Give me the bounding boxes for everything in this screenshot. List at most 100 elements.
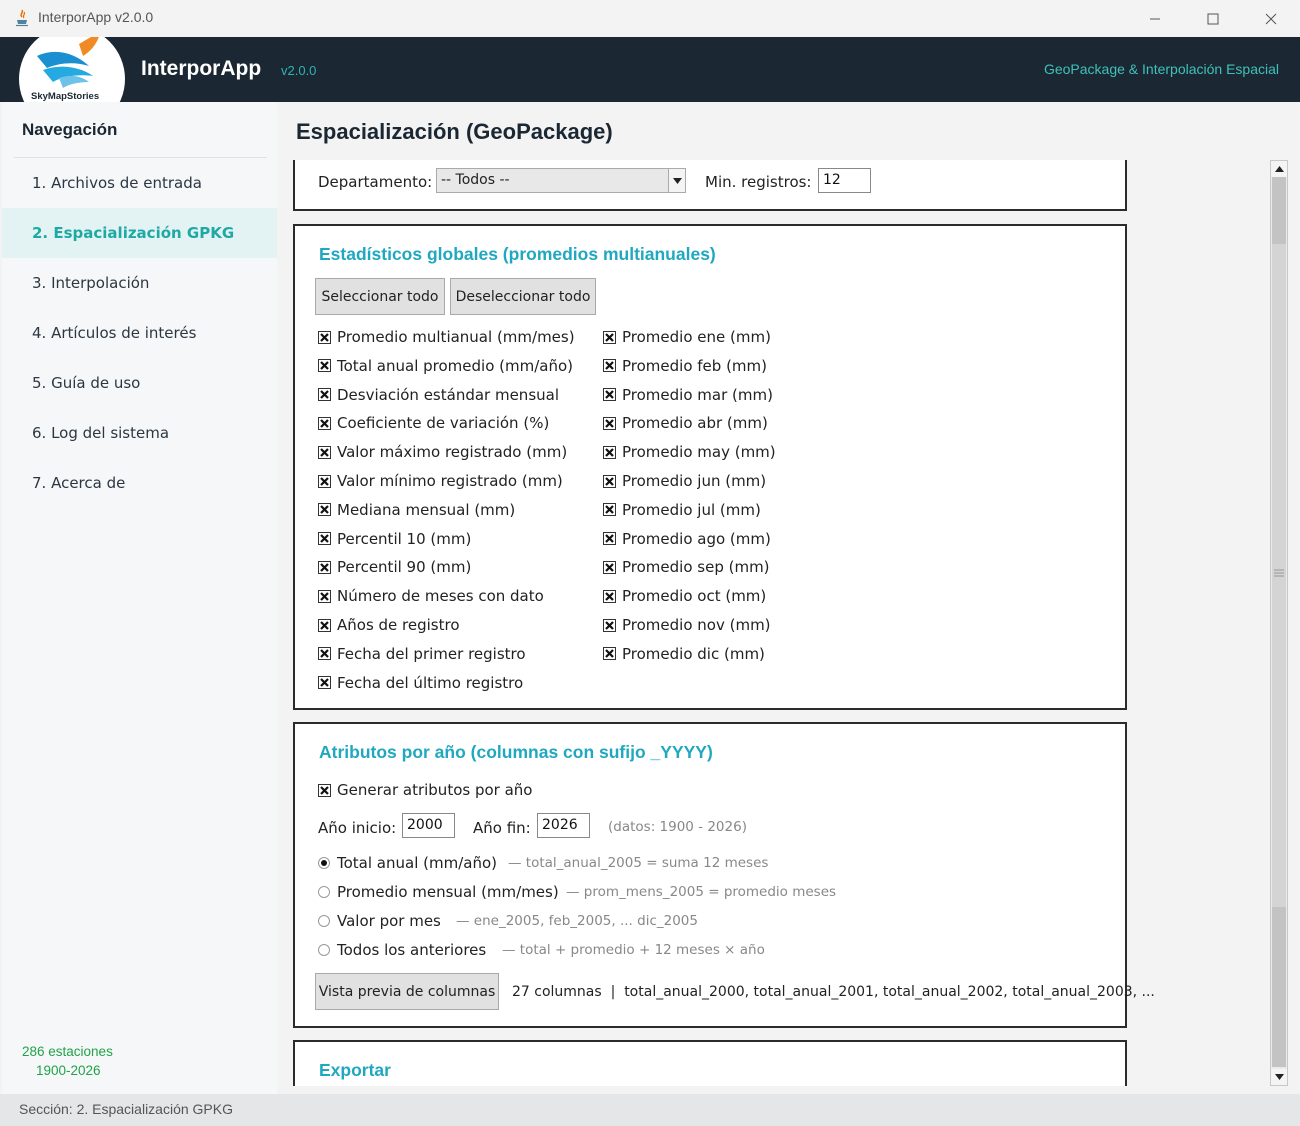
checkbox-checked-icon — [318, 647, 331, 661]
checkbox-label: Generar atributos por año — [337, 781, 533, 799]
stat-checkbox[interactable]: Promedio oct (mm) — [603, 587, 766, 605]
checkbox-checked-icon — [318, 359, 331, 373]
nav-item-guia[interactable]: 5. Guía de uso — [2, 358, 277, 408]
app-window: InterporApp v2.0.0 InterporApp v2.0.0 Ge… — [0, 0, 1300, 1126]
maximize-button[interactable] — [1184, 0, 1242, 37]
start-year-label: Año inicio: — [318, 819, 397, 837]
stat-checkbox[interactable]: Fecha del último registro — [318, 674, 523, 692]
nav-item-archivos[interactable]: 1. Archivos de entrada — [2, 158, 277, 208]
export-panel: Exportar — [293, 1040, 1127, 1086]
radio-unselected-icon — [318, 944, 330, 956]
minimize-button[interactable] — [1126, 0, 1184, 37]
generate-yearly-checkbox[interactable]: Generar atributos por año — [318, 781, 532, 799]
scroll-track-shade-top — [1272, 177, 1286, 244]
grip-icon — [1274, 569, 1284, 577]
status-bar: Sección: 2. Espacialización GPKG — [0, 1094, 1300, 1126]
radio-unselected-icon — [318, 915, 330, 927]
yearly-title: Atributos por año (columnas con sufijo _… — [319, 742, 713, 762]
start-year-input[interactable]: 2000 — [402, 813, 455, 838]
checkbox-checked-icon — [318, 676, 331, 690]
stat-checkbox[interactable]: Valor máximo registrado (mm) — [318, 443, 567, 461]
checkbox-label: Promedio oct (mm) — [622, 587, 767, 606]
stat-checkbox[interactable]: Promedio ago (mm) — [603, 530, 771, 548]
stat-checkbox[interactable]: Años de registro — [318, 616, 460, 634]
checkbox-checked-icon — [603, 503, 616, 517]
scroll-up-button[interactable] — [1271, 161, 1287, 177]
main-content: Espacialización (GeoPackage) Departament… — [277, 102, 1300, 1094]
radio-total-anual[interactable]: Total anual (mm/año) — [318, 854, 497, 872]
nav-item-label: 2. Espacialización GPKG — [32, 224, 235, 242]
stat-checkbox[interactable]: Número de meses con dato — [318, 587, 544, 605]
nav-item-acerca[interactable]: 7. Acerca de — [2, 458, 277, 508]
vertical-scrollbar[interactable] — [1270, 160, 1288, 1086]
stats-title: Estadísticos globales (promedios multian… — [319, 244, 716, 264]
radio-promedio-mensual[interactable]: Promedio mensual (mm/mes) — [318, 883, 559, 901]
logo-text: SkyMapStories — [31, 91, 100, 102]
checkbox-label: Percentil 90 (mm) — [337, 558, 472, 577]
nav-item-interpolacion[interactable]: 3. Interpolación — [2, 258, 277, 308]
checkbox-checked-icon — [603, 560, 616, 574]
checkbox-label: Coeficiente de variación (%) — [337, 414, 550, 433]
checkbox-label: Fecha del primer registro — [337, 644, 526, 663]
title-bar: InterporApp v2.0.0 — [0, 0, 1300, 37]
stat-checkbox[interactable]: Promedio may (mm) — [603, 443, 776, 461]
stat-checkbox[interactable]: Total anual promedio (mm/año) — [318, 357, 573, 375]
stat-checkbox[interactable]: Mediana mensual (mm) — [318, 501, 515, 519]
close-button[interactable] — [1242, 0, 1300, 37]
checkbox-label: Mediana mensual (mm) — [337, 500, 516, 519]
scroll-down-button[interactable] — [1271, 1069, 1287, 1085]
checkbox-label: Percentil 10 (mm) — [337, 529, 472, 548]
min-records-input[interactable]: 12 — [818, 168, 871, 193]
app-version: v2.0.0 — [281, 63, 317, 78]
dropdown-arrow[interactable] — [668, 169, 685, 192]
radio-selected-icon — [318, 857, 330, 869]
stat-checkbox[interactable]: Valor mínimo registrado (mm) — [318, 472, 563, 490]
nav-item-label: 6. Log del sistema — [32, 424, 170, 442]
select-all-button[interactable]: Seleccionar todo — [315, 278, 445, 315]
stat-checkbox[interactable]: Promedio mar (mm) — [603, 386, 773, 404]
preview-columns-button[interactable]: Vista previa de columnas — [315, 973, 499, 1010]
dept-combobox[interactable]: -- Todos -- — [436, 168, 686, 193]
radio-hint: — total_anual_2005 = suma 12 meses — [508, 855, 769, 871]
checkbox-checked-icon — [603, 647, 616, 661]
stat-checkbox[interactable]: Coeficiente de variación (%) — [318, 414, 549, 432]
stat-checkbox[interactable]: Promedio dic (mm) — [603, 645, 765, 663]
checkbox-checked-icon — [318, 618, 331, 632]
radio-valor-mes[interactable]: Valor por mes — [318, 912, 441, 930]
checkbox-label: Años de registro — [337, 616, 460, 634]
checkbox-checked-icon — [318, 474, 331, 488]
stat-checkbox[interactable]: Promedio jul (mm) — [603, 501, 761, 519]
deselect-all-button[interactable]: Deseleccionar todo — [450, 278, 596, 315]
sidebar: Navegación 1. Archivos de entrada 2. Esp… — [2, 102, 277, 1094]
stats-panel: Estadísticos globales (promedios multian… — [293, 224, 1127, 710]
stat-checkbox[interactable]: Percentil 90 (mm) — [318, 558, 471, 576]
end-year-input[interactable]: 2026 — [537, 813, 590, 838]
stat-checkbox[interactable]: Promedio abr (mm) — [603, 414, 768, 432]
checkbox-checked-icon — [318, 416, 331, 430]
nav-item-articulos[interactable]: 4. Artículos de interés — [2, 308, 277, 358]
radio-todos[interactable]: Todos los anteriores — [318, 941, 486, 959]
nav-item-log[interactable]: 6. Log del sistema — [2, 408, 277, 458]
checkbox-label: Promedio dic (mm) — [622, 644, 765, 663]
checkbox-checked-icon — [318, 330, 331, 344]
nav-item-espacializacion[interactable]: 2. Espacialización GPKG — [2, 208, 277, 258]
stat-checkbox[interactable]: Promedio multianual (mm/mes) — [318, 328, 575, 346]
checkbox-checked-icon — [603, 589, 616, 603]
java-app-icon — [16, 9, 28, 27]
stat-checkbox[interactable]: Percentil 10 (mm) — [318, 530, 471, 548]
stat-checkbox[interactable]: Desviación estándar mensual — [318, 386, 559, 404]
checkbox-label: Valor mínimo registrado (mm) — [337, 472, 563, 490]
checkbox-label: Promedio jul (mm) — [622, 500, 761, 519]
stat-checkbox[interactable]: Promedio ene (mm) — [603, 328, 771, 346]
radio-hint: — ene_2005, feb_2005, ... dic_2005 — [456, 913, 698, 929]
checkbox-label: Promedio ene (mm) — [622, 328, 771, 346]
stat-checkbox[interactable]: Fecha del primer registro — [318, 645, 526, 663]
nav-item-label: 4. Artículos de interés — [32, 324, 197, 342]
radio-label: Valor por mes — [337, 912, 441, 930]
stat-checkbox[interactable]: Promedio sep (mm) — [603, 558, 770, 576]
checkbox-checked-icon — [603, 474, 616, 488]
stat-checkbox[interactable]: Promedio jun (mm) — [603, 472, 766, 490]
stat-checkbox[interactable]: Promedio feb (mm) — [603, 357, 767, 375]
stat-checkbox[interactable]: Promedio nov (mm) — [603, 616, 771, 634]
radio-hint: — prom_mens_2005 = promedio meses — [566, 884, 837, 900]
